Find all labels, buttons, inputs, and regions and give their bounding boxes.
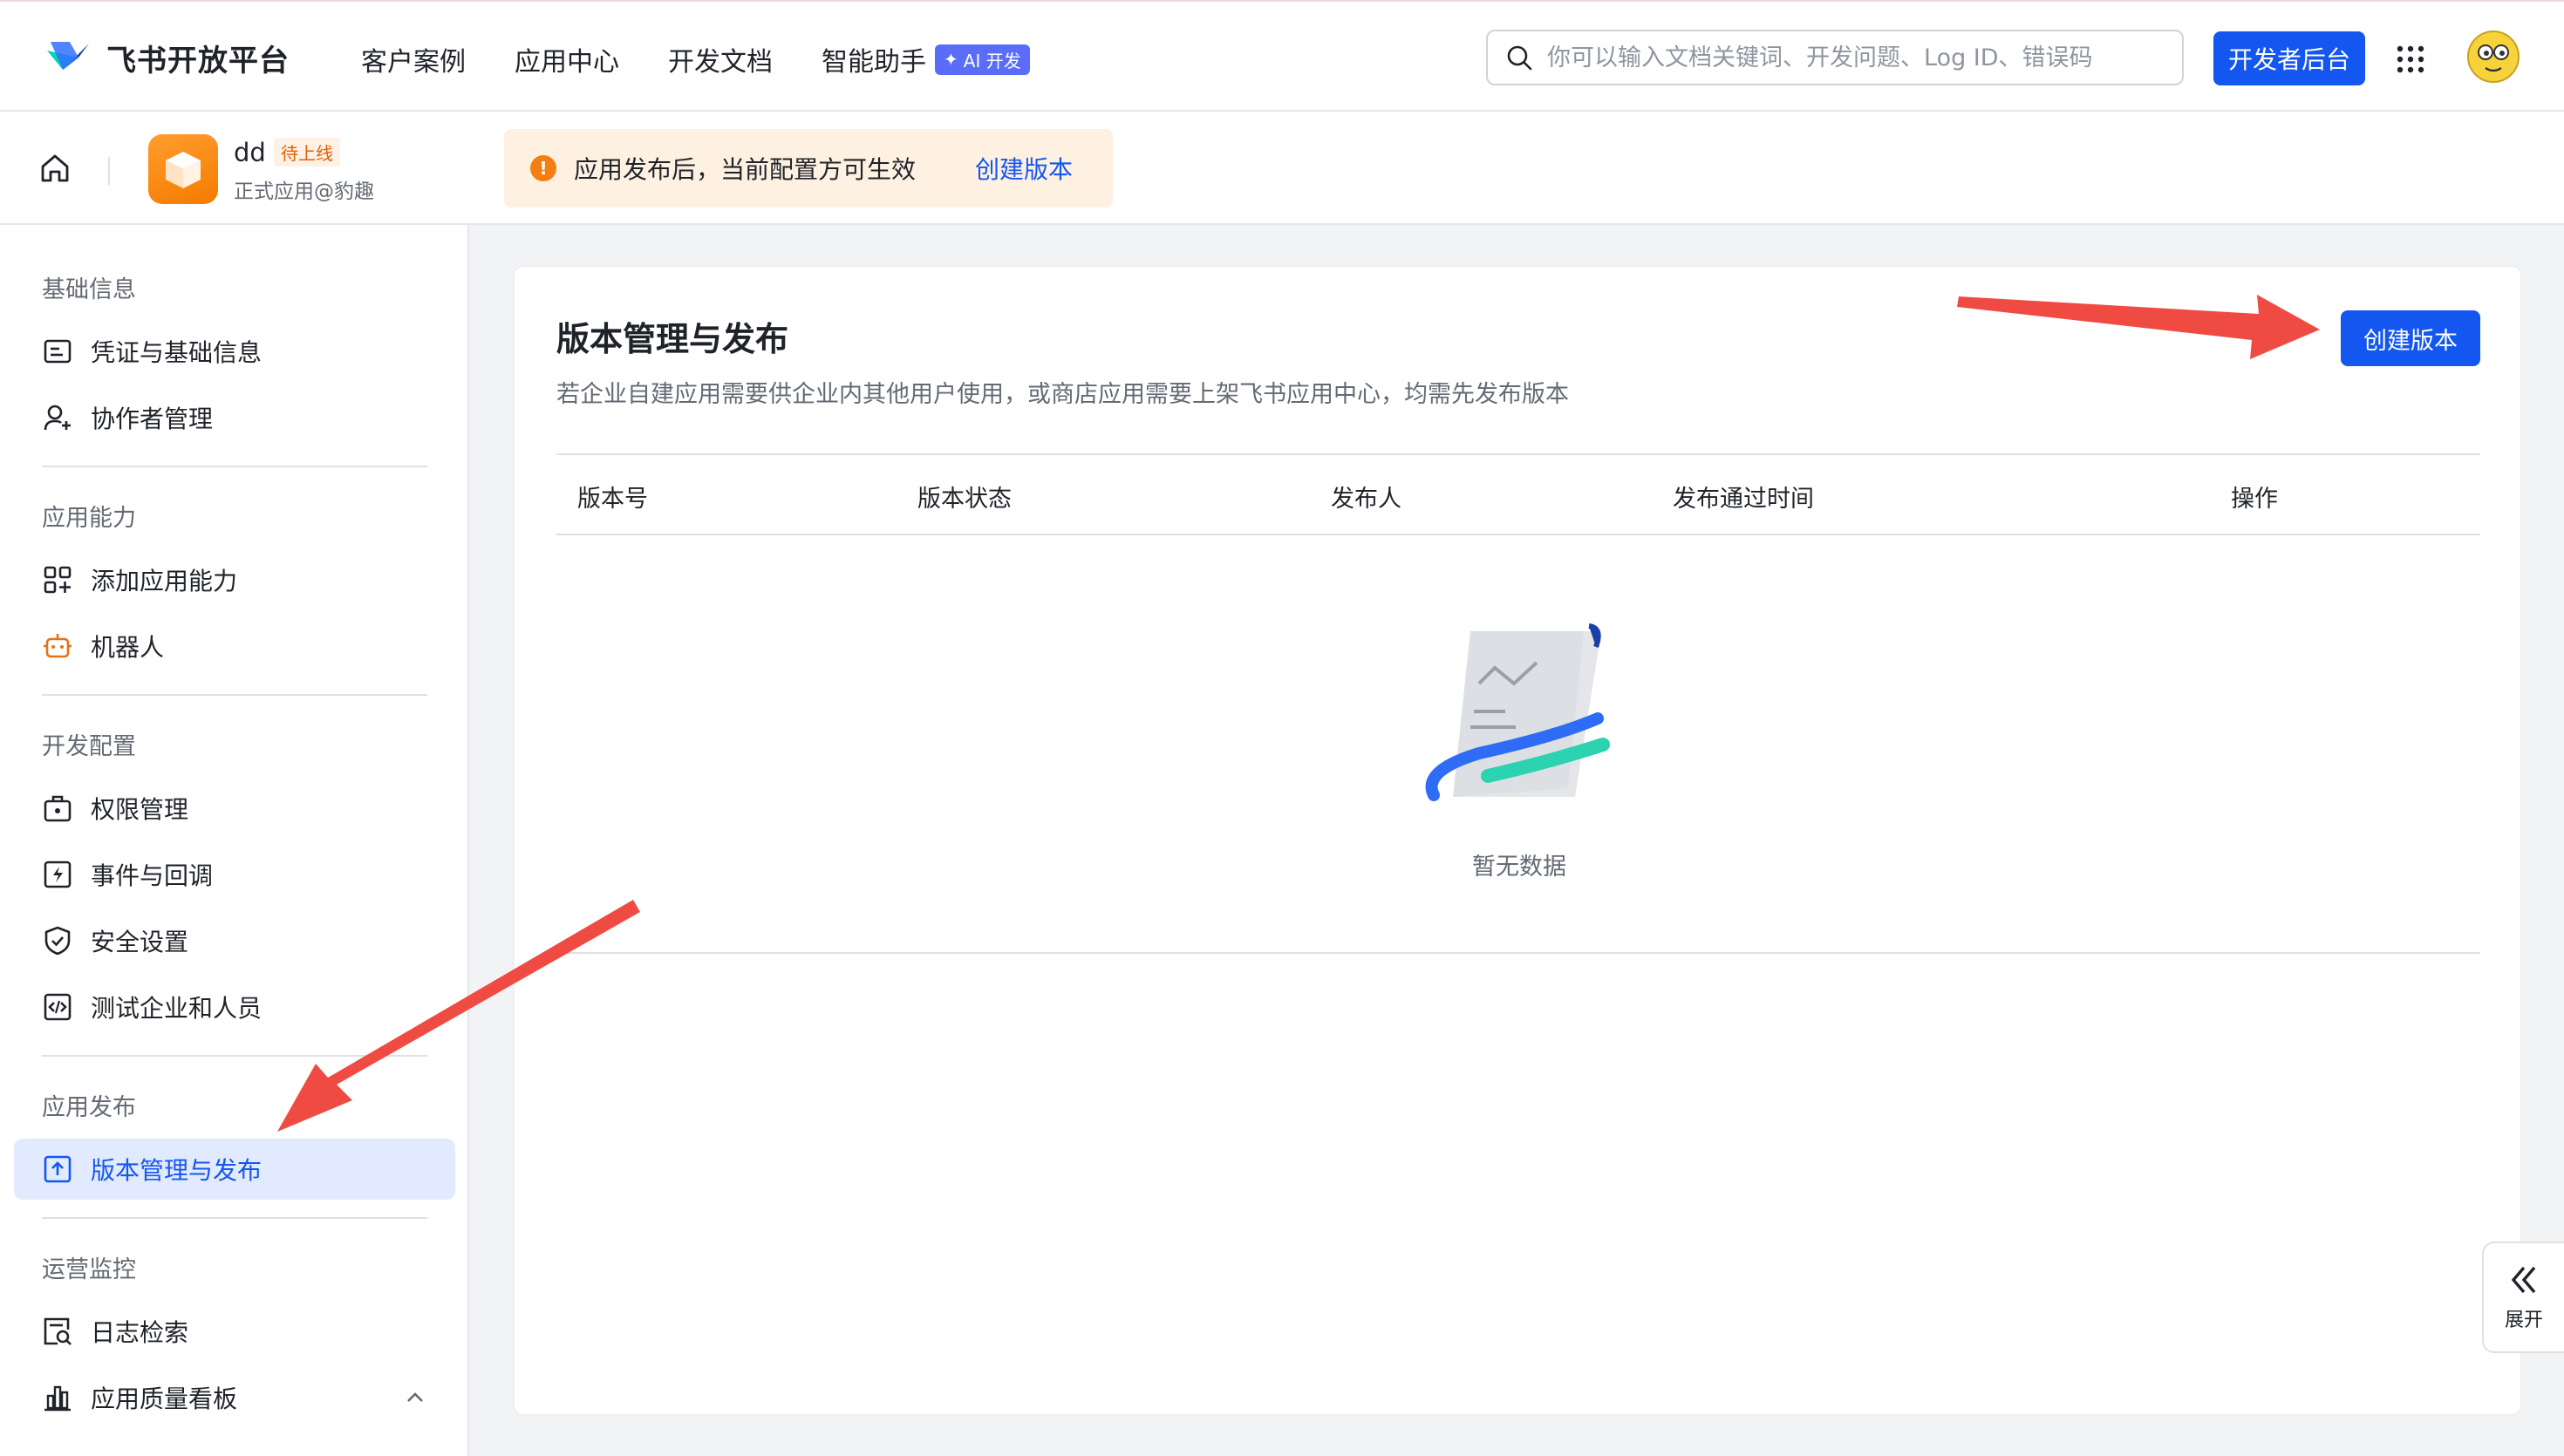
sidebar-item-label: 测试企业和人员 [91, 994, 263, 1023]
sidebar-item-test-enterprise[interactable]: 测试企业和人员 [14, 976, 455, 1038]
empty-state-text: 暂无数据 [1472, 854, 1566, 881]
search-input[interactable] [1547, 44, 2158, 71]
sparkle-icon: ✦ [944, 49, 958, 70]
sidebar-item-label: 日志检索 [91, 1318, 189, 1347]
warning-icon: ! [530, 155, 556, 181]
publish-notice-banner: ! 应用发布后，当前配置方可生效 创建版本 [504, 129, 1113, 208]
nav-dev-docs[interactable]: 开发文档 [668, 40, 773, 78]
nav-app-center[interactable]: 应用中心 [515, 40, 619, 78]
upload-box-icon [44, 1155, 72, 1183]
notice-text: 应用发布后，当前配置方可生效 [574, 155, 917, 184]
sidebar-divider [42, 1217, 427, 1219]
nav-customer-cases[interactable]: 客户案例 [361, 40, 466, 78]
search-box[interactable] [1486, 30, 2184, 85]
user-avatar[interactable] [2466, 30, 2520, 84]
column-header-approved-time: 发布通过时间 [1673, 486, 1814, 513]
sidebar-section-app-publish: 应用发布 [42, 1094, 136, 1121]
sidebar-item-label: 权限管理 [91, 795, 189, 824]
grid-add-icon [44, 566, 72, 594]
sidebar-section-app-capabilities: 应用能力 [42, 505, 136, 532]
sidebar-item-log-search[interactable]: 日志检索 [14, 1301, 455, 1362]
briefcase-lock-icon [44, 795, 72, 822]
sidebar: 基础信息 凭证与基础信息 协作者管理 应用能力 添加应用能力 机器人 开发配置 … [0, 225, 469, 1456]
app-status-badge: 待上线 [274, 138, 340, 167]
sidebar-section-operations: 运营监控 [42, 1256, 136, 1283]
user-add-icon [44, 405, 71, 431]
cube-icon [166, 152, 201, 188]
sidebar-item-permissions[interactable]: 权限管理 [14, 778, 455, 839]
nav-smart-assistant-label: 智能助手 [822, 47, 926, 78]
search-icon [1507, 45, 1532, 71]
column-header-status: 版本状态 [917, 486, 1012, 513]
sidebar-item-label: 安全设置 [91, 928, 189, 956]
sidebar-item-label: 凭证与基础信息 [91, 338, 263, 367]
sidebar-item-collaborators[interactable]: 协作者管理 [14, 387, 455, 448]
column-header-publisher: 发布人 [1331, 486, 1401, 513]
sidebar-divider [42, 1055, 427, 1057]
bar-chart-icon [44, 1385, 71, 1412]
top-navigation-bar: 飞书开放平台 客户案例 应用中心 开发文档 智能助手 ✦ AI 开发 开发者后台 [0, 0, 2564, 112]
log-search-icon [44, 1317, 72, 1345]
chevron-up-icon[interactable] [403, 1385, 427, 1410]
sidebar-item-security[interactable]: 安全设置 [14, 910, 455, 971]
sidebar-section-basic-info: 基础信息 [42, 276, 136, 303]
column-header-actions: 操作 [2231, 486, 2278, 513]
event-icon [44, 861, 72, 888]
shield-icon [44, 926, 71, 956]
expand-label: 展开 [2504, 1310, 2543, 1331]
sidebar-section-dev-config: 开发配置 [42, 733, 136, 760]
sidebar-item-credentials[interactable]: 凭证与基础信息 [14, 321, 455, 382]
code-box-icon [44, 993, 72, 1021]
robot-icon [44, 634, 72, 658]
sidebar-item-label: 版本管理与发布 [91, 1156, 263, 1185]
main-nav: 客户案例 应用中心 开发文档 智能助手 ✦ AI 开发 [361, 40, 1030, 78]
nav-smart-assistant[interactable]: 智能助手 ✦ AI 开发 [822, 40, 1030, 78]
brand-name: 飞书开放平台 [106, 43, 290, 78]
double-chevron-left-icon [2511, 1266, 2536, 1294]
app-subtitle: 正式应用@豹趣 [234, 180, 374, 203]
header-divider [108, 157, 110, 185]
sidebar-divider [42, 694, 427, 696]
sidebar-item-version-publish[interactable]: 版本管理与发布 [14, 1139, 455, 1200]
sidebar-item-label: 机器人 [91, 633, 165, 662]
sidebar-divider [42, 466, 427, 467]
version-table-header: 版本号 版本状态 发布人 发布通过时间 操作 [556, 453, 2480, 535]
expand-panel-tab[interactable]: 展开 [2482, 1242, 2564, 1353]
app-name: dd [234, 138, 266, 167]
column-header-version: 版本号 [577, 486, 648, 513]
feishu-logo-icon [47, 42, 89, 70]
sidebar-item-quality-dashboard[interactable]: 应用质量看板 [14, 1367, 455, 1428]
sidebar-item-label: 事件与回调 [91, 861, 214, 890]
notice-create-version-link[interactable]: 创建版本 [975, 151, 1073, 186]
sidebar-item-label: 添加应用能力 [91, 567, 238, 595]
sidebar-item-label: 协作者管理 [91, 405, 214, 433]
table-bottom-border [556, 952, 2480, 954]
create-version-button[interactable]: 创建版本 [2341, 310, 2480, 366]
app-logo [148, 134, 218, 204]
home-icon[interactable] [38, 152, 72, 185]
apps-grid-icon[interactable] [2395, 44, 2426, 75]
sidebar-item-bot[interactable]: 机器人 [14, 616, 455, 677]
sidebar-item-add-capability[interactable]: 添加应用能力 [14, 549, 455, 610]
ai-dev-badge: ✦ AI 开发 [935, 44, 1030, 75]
id-card-icon [44, 339, 72, 364]
developer-console-button[interactable]: 开发者后台 [2213, 31, 2365, 85]
sidebar-item-events-callbacks[interactable]: 事件与回调 [14, 844, 455, 905]
feishu-logo[interactable]: 飞书开放平台 [44, 35, 290, 80]
app-header-bar: dd 待上线 正式应用@豹趣 ! 应用发布后，当前配置方可生效 创建版本 [0, 112, 2564, 225]
empty-document-illustration [1425, 623, 1610, 801]
page-title: 版本管理与发布 [556, 320, 789, 358]
page-description: 若企业自建应用需要供企业内其他用户使用，或商店应用需要上架飞书应用中心，均需先发… [556, 381, 1569, 408]
version-management-card: 版本管理与发布 若企业自建应用需要供企业内其他用户使用，或商店应用需要上架飞书应… [513, 265, 2522, 1416]
ai-badge-label: AI 开发 [963, 50, 1021, 71]
sidebar-item-label: 应用质量看板 [91, 1385, 238, 1413]
